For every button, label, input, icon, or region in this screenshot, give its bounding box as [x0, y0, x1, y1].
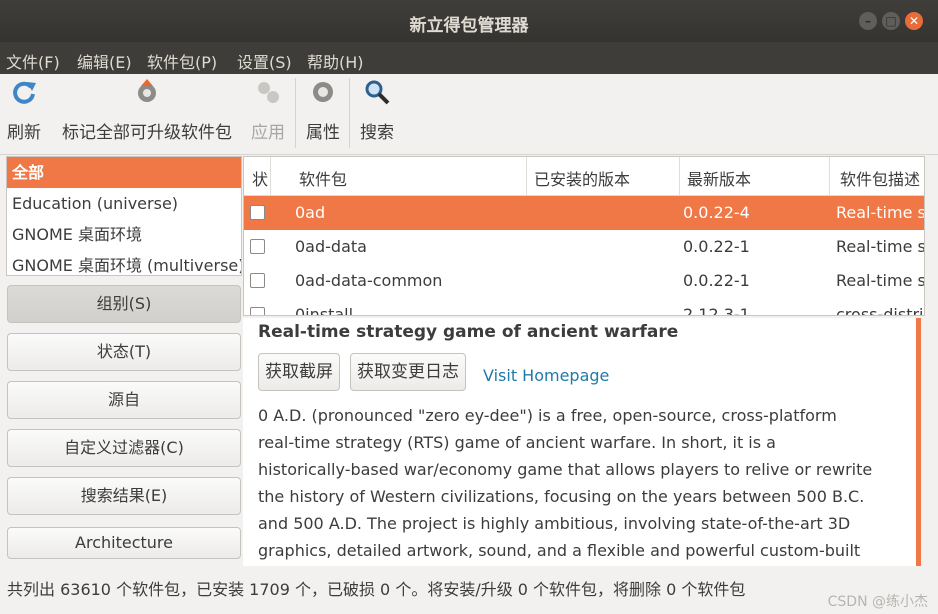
refresh-icon [13, 81, 36, 104]
properties-label: 属性 [306, 123, 340, 143]
column-latest-version[interactable]: 最新版本 [687, 166, 751, 190]
row-checkbox[interactable] [250, 273, 265, 288]
properties-button[interactable]: 属性 [305, 78, 341, 143]
category-item[interactable]: GNOME 桌面环境 [7, 219, 241, 250]
properties-gear-icon [313, 82, 333, 102]
search-label: 搜索 [360, 123, 394, 143]
watermark: CSDN @练小杰 [827, 594, 928, 610]
column-status[interactable]: 状 [252, 166, 268, 190]
row-checkbox[interactable] [250, 307, 265, 315]
cell-package: 0ad-data-common [295, 271, 443, 290]
cell-latest-version: 2.12.3-1 [683, 305, 750, 316]
column-divider [829, 157, 830, 195]
column-divider [270, 157, 271, 195]
title-bar[interactable]: 新立得包管理器 – □ ✕ [0, 0, 938, 42]
cell-latest-version: 0.0.22-1 [683, 271, 750, 290]
menu-edit[interactable]: 编辑(E) [77, 49, 132, 73]
search-button[interactable]: 搜索 [359, 78, 395, 143]
minimize-icon[interactable]: – [859, 12, 877, 30]
gear-upgrade-icon [138, 79, 156, 102]
status-text: 共列出 63610 个软件包，已安装 1709 个，已破损 0 个。将安装/升级… [7, 580, 746, 599]
description-line: the history of Western civilizations, fo… [258, 487, 865, 506]
column-divider [679, 157, 680, 195]
menu-package[interactable]: 软件包(P) [147, 49, 217, 73]
status-bar: 共列出 63610 个软件包，已安装 1709 个，已破损 0 个。将安装/升级… [0, 568, 938, 604]
homepage-link[interactable]: Visit Homepage [483, 366, 609, 385]
apply-gears-icon [258, 82, 279, 103]
row-checkbox[interactable] [250, 205, 265, 220]
details-scrollbar[interactable] [916, 318, 921, 566]
menu-help[interactable]: 帮助(H) [307, 49, 364, 73]
get-screenshot-button[interactable]: 获取截屏 [258, 353, 340, 391]
filter-sections-button[interactable]: 组别(S) [7, 285, 241, 323]
close-icon[interactable]: ✕ [905, 12, 923, 30]
category-list: 全部 Education (universe) GNOME 桌面环境 GNOME… [6, 156, 242, 276]
table-row[interactable]: 0ad 0.0.22-4 Real-time s [244, 196, 924, 230]
package-details-panel: Real-time strategy game of ancient warfa… [243, 318, 916, 566]
package-table: 状 软件包 已安装的版本 最新版本 软件包描述 0ad 0.0.22-4 Rea… [243, 156, 925, 316]
get-changelog-button[interactable]: 获取变更日志 [350, 353, 466, 391]
menu-bar: 文件(F) 编辑(E) 软件包(P) 设置(S) 帮助(H) [0, 42, 938, 74]
details-title: Real-time strategy game of ancient warfa… [258, 322, 679, 342]
menu-settings[interactable]: 设置(S) [237, 49, 292, 73]
menu-file[interactable]: 文件(F) [6, 49, 60, 73]
cell-description: cross-distri [836, 305, 924, 316]
table-row[interactable]: 0ad-data-common 0.0.22-1 Real-time s [244, 264, 924, 298]
cell-package: 0install [295, 305, 354, 316]
description-line: and 500 A.D. The project is highly ambit… [258, 514, 851, 533]
column-description[interactable]: 软件包描述 [840, 166, 920, 190]
filter-status-button[interactable]: 状态(T) [7, 333, 241, 371]
cell-package: 0ad [295, 203, 326, 222]
details-description: 0 A.D. (pronounced "zero ey-dee") is a f… [258, 402, 898, 564]
filter-custom-button[interactable]: 自定义过滤器(C) [7, 429, 241, 467]
toolbar-separator [295, 78, 296, 148]
description-line: graphics, detailed artwork, sound, and a… [258, 541, 861, 560]
filter-origin-button[interactable]: 源自 [7, 381, 241, 419]
category-item[interactable]: GNOME 桌面环境 (multiverse) [7, 250, 241, 275]
mark-all-upgrades-label: 标记全部可升级软件包 [62, 123, 232, 143]
cell-latest-version: 0.0.22-1 [683, 237, 750, 256]
toolbar-separator [349, 78, 350, 148]
column-divider [526, 157, 527, 195]
column-package[interactable]: 软件包 [299, 166, 347, 190]
column-installed-version[interactable]: 已安装的版本 [534, 166, 630, 190]
table-row[interactable]: 0install 2.12.3-1 cross-distri [244, 298, 924, 316]
filter-search-results-button[interactable]: 搜索结果(E) [7, 477, 241, 515]
description-line: 0 A.D. (pronounced "zero ey-dee") is a f… [258, 406, 837, 425]
category-item[interactable]: Education (universe) [7, 188, 241, 219]
filter-architecture-button[interactable]: Architecture [7, 527, 241, 559]
description-line: real-time strategy (RTS) game of ancient… [258, 433, 776, 452]
mark-all-upgrades-button[interactable]: 标记全部可升级软件包 [58, 78, 236, 143]
search-icon [365, 80, 390, 105]
cell-description: Real-time s [836, 203, 924, 222]
table-row[interactable]: 0ad-data 0.0.22-1 Real-time s [244, 230, 924, 264]
cell-description: Real-time s [836, 271, 924, 290]
toolbar: 刷新 标记全部可升级软件包 应用 属性 搜索 [0, 74, 938, 155]
apply-button[interactable]: 应用 [250, 78, 286, 143]
cell-description: Real-time s [836, 237, 924, 256]
refresh-label: 刷新 [7, 123, 41, 143]
row-checkbox[interactable] [250, 239, 265, 254]
table-header: 状 软件包 已安装的版本 最新版本 软件包描述 [244, 157, 924, 196]
description-line: historically-based war/economy game that… [258, 460, 873, 479]
maximize-icon[interactable]: □ [882, 12, 900, 30]
cell-package: 0ad-data [295, 237, 367, 256]
refresh-button[interactable]: 刷新 [6, 78, 42, 143]
apply-label: 应用 [251, 123, 285, 143]
synaptic-window: 新立得包管理器 – □ ✕ 文件(F) 编辑(E) 软件包(P) 设置(S) 帮… [0, 0, 938, 614]
window-title: 新立得包管理器 [409, 16, 529, 36]
cell-latest-version: 0.0.22-4 [683, 203, 750, 222]
category-item[interactable]: 全部 [7, 157, 241, 188]
